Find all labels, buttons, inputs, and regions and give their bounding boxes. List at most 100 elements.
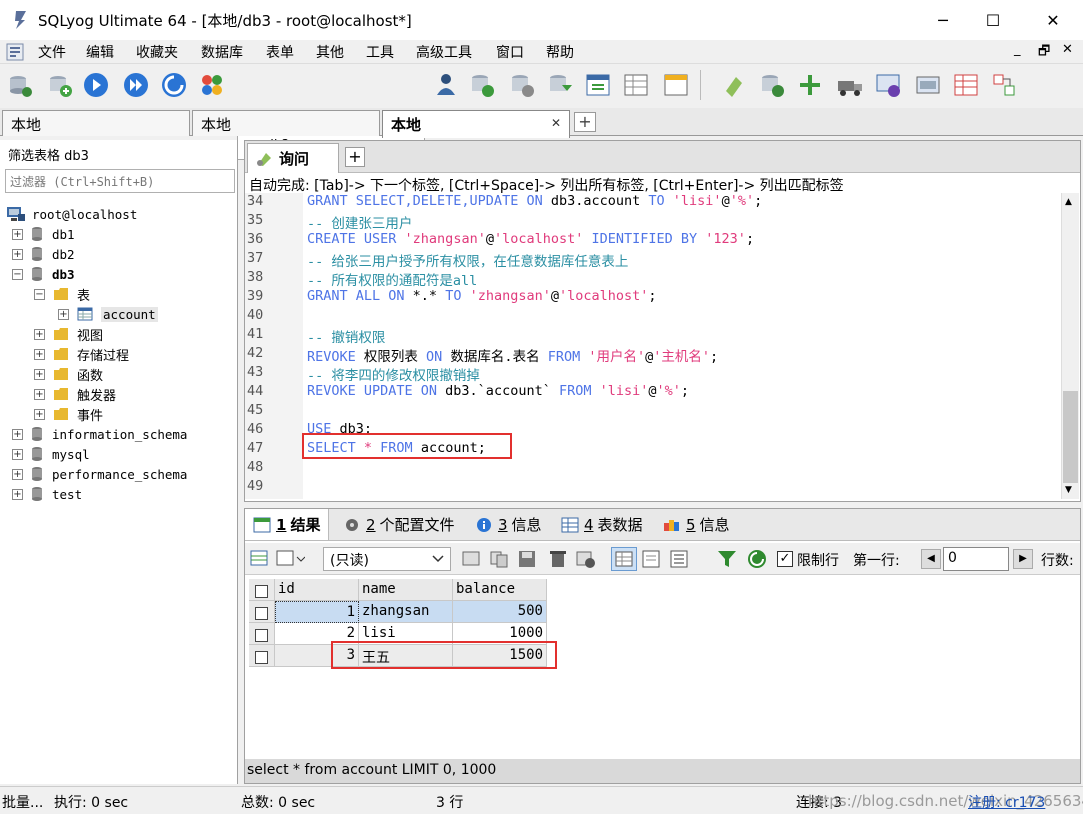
mdi-close-button[interactable]: ✕ [1062,42,1073,57]
tree-item-test[interactable]: + test [12,484,236,504]
tree-root[interactable]: root@localhost [6,204,137,224]
select-all-checkbox-cell[interactable] [249,579,275,601]
duplicate-row-icon[interactable] [489,549,511,573]
maximize-button[interactable]: ☐ [965,0,1021,40]
editor-scrollbar[interactable]: ▲ ▼ [1061,193,1079,499]
mdi-minimize-button[interactable]: _ [1014,42,1021,57]
menu-advanced-tools[interactable]: 高级工具 [416,42,472,62]
limit-checkbox[interactable]: ✓ [777,551,793,567]
filter-icon[interactable] [717,549,737,573]
save-icon[interactable] [517,549,539,573]
form-view-icon[interactable] [641,549,663,573]
schema-icon[interactable] [196,68,228,102]
menu-file[interactable]: 文件 [38,42,66,62]
app-menu-icon[interactable] [6,43,24,61]
expand-icon[interactable]: + [34,408,45,420]
scheduled-backup-icon[interactable] [872,68,904,102]
menu-window[interactable]: 窗口 [496,42,524,62]
menu-edit[interactable]: 编辑 [86,42,114,62]
scrollbar-thumb[interactable] [1063,391,1078,483]
menu-database[interactable]: 数据库 [201,42,243,62]
add-query-tab-button[interactable]: + [345,147,365,167]
grid-view-button[interactable] [611,547,637,571]
tree-item-performance-schema[interactable]: + performance_schema [12,464,236,484]
column-header-name[interactable]: name [359,579,453,601]
new-query-icon[interactable] [44,68,76,102]
mdi-restore-button[interactable]: 🗗 [1038,42,1050,64]
connection-tab[interactable]: 本地 [192,110,380,136]
collapse-icon[interactable]: − [12,268,23,280]
tree-item-db3[interactable]: − db3 [12,264,236,284]
code-editor[interactable]: 34 GRANT SELECT,DELETE,UPDATE ON db3.acco… [245,193,1063,501]
previous-page-button[interactable]: ◀ [921,549,941,569]
checkbox[interactable] [255,651,268,664]
expand-icon[interactable]: + [34,328,45,340]
tree-item-db2[interactable]: + db2 [12,244,236,264]
export-result-icon[interactable] [249,549,271,573]
table-cell[interactable]: 1 [275,601,359,623]
column-header-balance[interactable]: balance [453,579,547,601]
tab-results[interactable]: 1 结果 [245,509,330,540]
schema-sync-icon[interactable] [794,68,826,102]
filter-input[interactable]: 过滤器 (Ctrl+Shift+B) [5,169,235,193]
close-tab-icon[interactable]: ✕ [551,116,561,130]
tree-item-db1[interactable]: + db1 [12,224,236,244]
tree-item-information-schema[interactable]: + information_schema [12,424,236,444]
query-builder-icon[interactable] [718,68,750,102]
readonly-select[interactable]: (只读) [323,547,451,571]
tree-item-account[interactable]: + account [12,304,236,324]
tab-info[interactable]: 5 信息 [655,509,738,540]
refresh-icon[interactable] [158,68,190,102]
first-row-input[interactable]: 0 [943,547,1009,571]
export-table-icon[interactable] [582,68,614,102]
refresh-results-icon[interactable] [747,549,767,573]
tree-item-triggers[interactable]: + 触发器 [12,384,236,404]
migration-icon[interactable] [834,68,866,102]
history-icon[interactable] [988,68,1020,102]
expand-icon[interactable]: + [12,428,23,440]
cancel-changes-icon[interactable] [575,549,597,573]
registration-link[interactable]: 注册: cr173 [968,792,1045,812]
execute-all-icon[interactable] [120,68,152,102]
menu-favorites[interactable]: 收藏夹 [136,42,178,62]
minimize-button[interactable]: ─ [915,0,971,40]
expand-icon[interactable]: + [12,228,23,240]
checkbox[interactable] [255,607,268,620]
expand-icon[interactable]: + [34,368,45,380]
copy-result-icon[interactable] [275,549,306,573]
column-header-id[interactable]: id [275,579,359,601]
import-icon[interactable] [544,68,576,102]
menu-other[interactable]: 其他 [316,42,344,62]
menu-table[interactable]: 表单 [266,42,294,62]
text-view-icon[interactable] [669,549,691,573]
expand-icon[interactable]: + [58,308,69,320]
tab-table-data[interactable]: 4 表数据 [553,509,651,540]
add-row-icon[interactable] [461,549,483,573]
notifications-icon[interactable] [912,68,944,102]
close-button[interactable]: ✕ [1025,0,1081,40]
expand-icon[interactable]: + [12,448,23,460]
tree-item-procedures[interactable]: + 存储过程 [12,344,236,364]
expand-icon[interactable]: + [34,388,45,400]
checkbox[interactable] [255,629,268,642]
row-checkbox-cell[interactable] [249,601,275,623]
scroll-down-icon[interactable]: ▼ [1065,485,1072,495]
data-search-icon[interactable] [950,68,982,102]
scroll-up-icon[interactable]: ▲ [1065,197,1072,207]
schema-designer-icon[interactable] [660,68,692,102]
query-tab[interactable]: 询问 [247,143,339,173]
execute-query-icon[interactable] [80,68,112,102]
tree-item-mysql[interactable]: + mysql [12,444,236,464]
tree-item-views[interactable]: + 视图 [12,324,236,344]
tab-profiles[interactable]: 2 个配置文件 [335,509,463,540]
expand-icon[interactable]: + [12,248,23,260]
table-cell[interactable]: zhangsan [359,601,453,623]
expand-icon[interactable]: + [12,468,23,480]
tree-item-tables[interactable]: − 表 [12,284,236,304]
table-grid-icon[interactable] [620,68,652,102]
user-manager-icon[interactable] [430,68,462,102]
delete-icon[interactable] [547,549,569,573]
tree-item-functions[interactable]: + 函数 [12,364,236,384]
row-checkbox-cell[interactable] [249,645,275,667]
checkbox[interactable] [255,585,268,598]
